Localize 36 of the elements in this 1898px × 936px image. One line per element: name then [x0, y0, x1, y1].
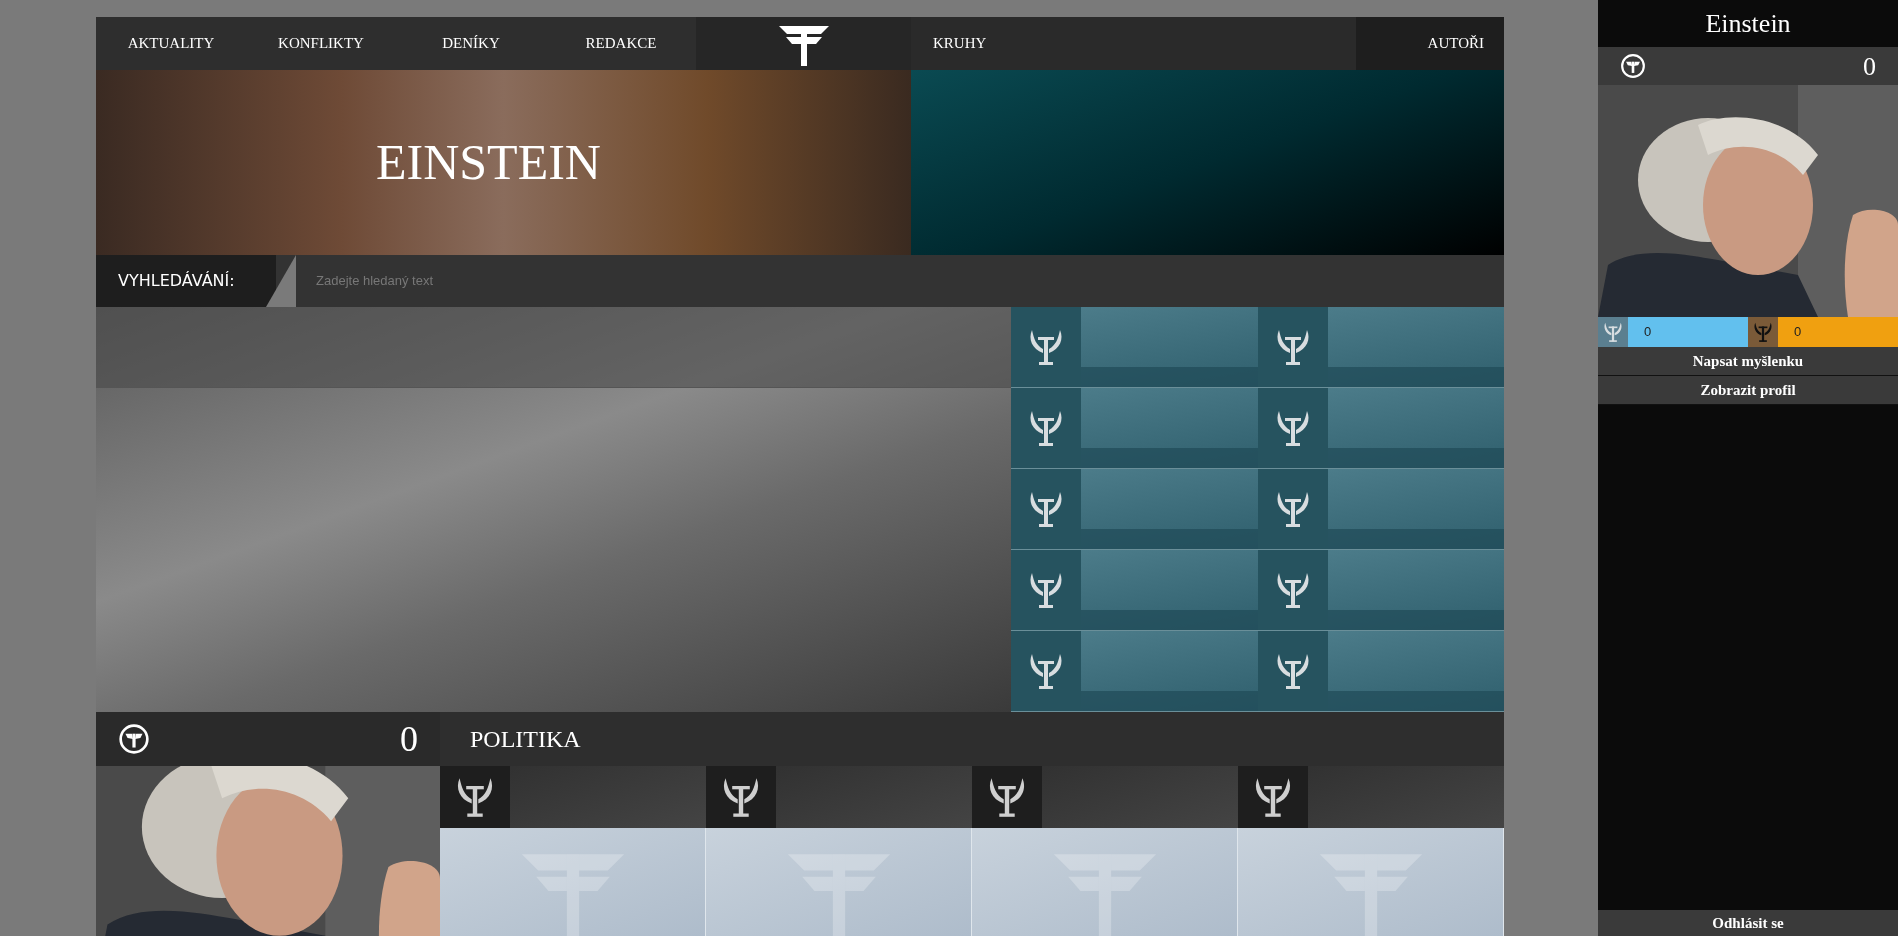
article-tile[interactable]	[706, 765, 972, 828]
article-tile[interactable]	[1257, 631, 1504, 712]
article-tile[interactable]	[1238, 765, 1504, 828]
profile-name: Einstein	[1705, 8, 1791, 40]
banner-title: EINSTEIN	[376, 133, 601, 192]
article-tile[interactable]	[1257, 307, 1504, 388]
emblem-circle-icon	[1620, 53, 1646, 79]
article-tile[interactable]	[972, 765, 1238, 828]
score-value: 0	[1863, 50, 1876, 83]
article-tile[interactable]	[1257, 550, 1504, 631]
article-tile[interactable]	[1011, 550, 1258, 631]
nav-link[interactable]: KONFLIKTY	[246, 32, 396, 55]
search-label: VYHLEDÁVÁNÍ:	[118, 270, 235, 292]
nav-link[interactable]: KRUHY	[911, 32, 1009, 55]
winged-trophy-icon	[1602, 321, 1624, 343]
search-field[interactable]: Zadejte hledaný text	[296, 255, 1504, 307]
stat-value: 0	[1644, 323, 1652, 342]
section-title: POLITIKA	[470, 724, 581, 754]
nav-link[interactable]: AUTOŘI	[1427, 32, 1484, 55]
article-tile[interactable]	[1011, 469, 1258, 550]
nav-link[interactable]: DENÍKY	[396, 32, 546, 55]
profile-action-button[interactable]: Napsat myšlenku	[1598, 347, 1898, 376]
emblem-circle-icon	[118, 723, 150, 755]
article-tile[interactable]	[1011, 631, 1258, 712]
article-tile[interactable]	[1011, 307, 1258, 388]
article-tile[interactable]	[440, 765, 706, 828]
nav-link[interactable]: REDAKCE	[546, 32, 696, 55]
winged-trophy-icon	[1752, 321, 1774, 343]
logout-button[interactable]: Odhlásit se	[1598, 910, 1898, 936]
score-value: 0	[400, 718, 418, 761]
nav-link[interactable]: AKTUALITY	[96, 32, 246, 55]
article-tile[interactable]	[1257, 388, 1504, 469]
article-tile[interactable]	[1011, 388, 1258, 469]
profile-action-button[interactable]: Zobrazit profil	[1598, 376, 1898, 405]
stat-value: 0	[1794, 323, 1802, 342]
article-tile[interactable]	[1257, 469, 1504, 550]
